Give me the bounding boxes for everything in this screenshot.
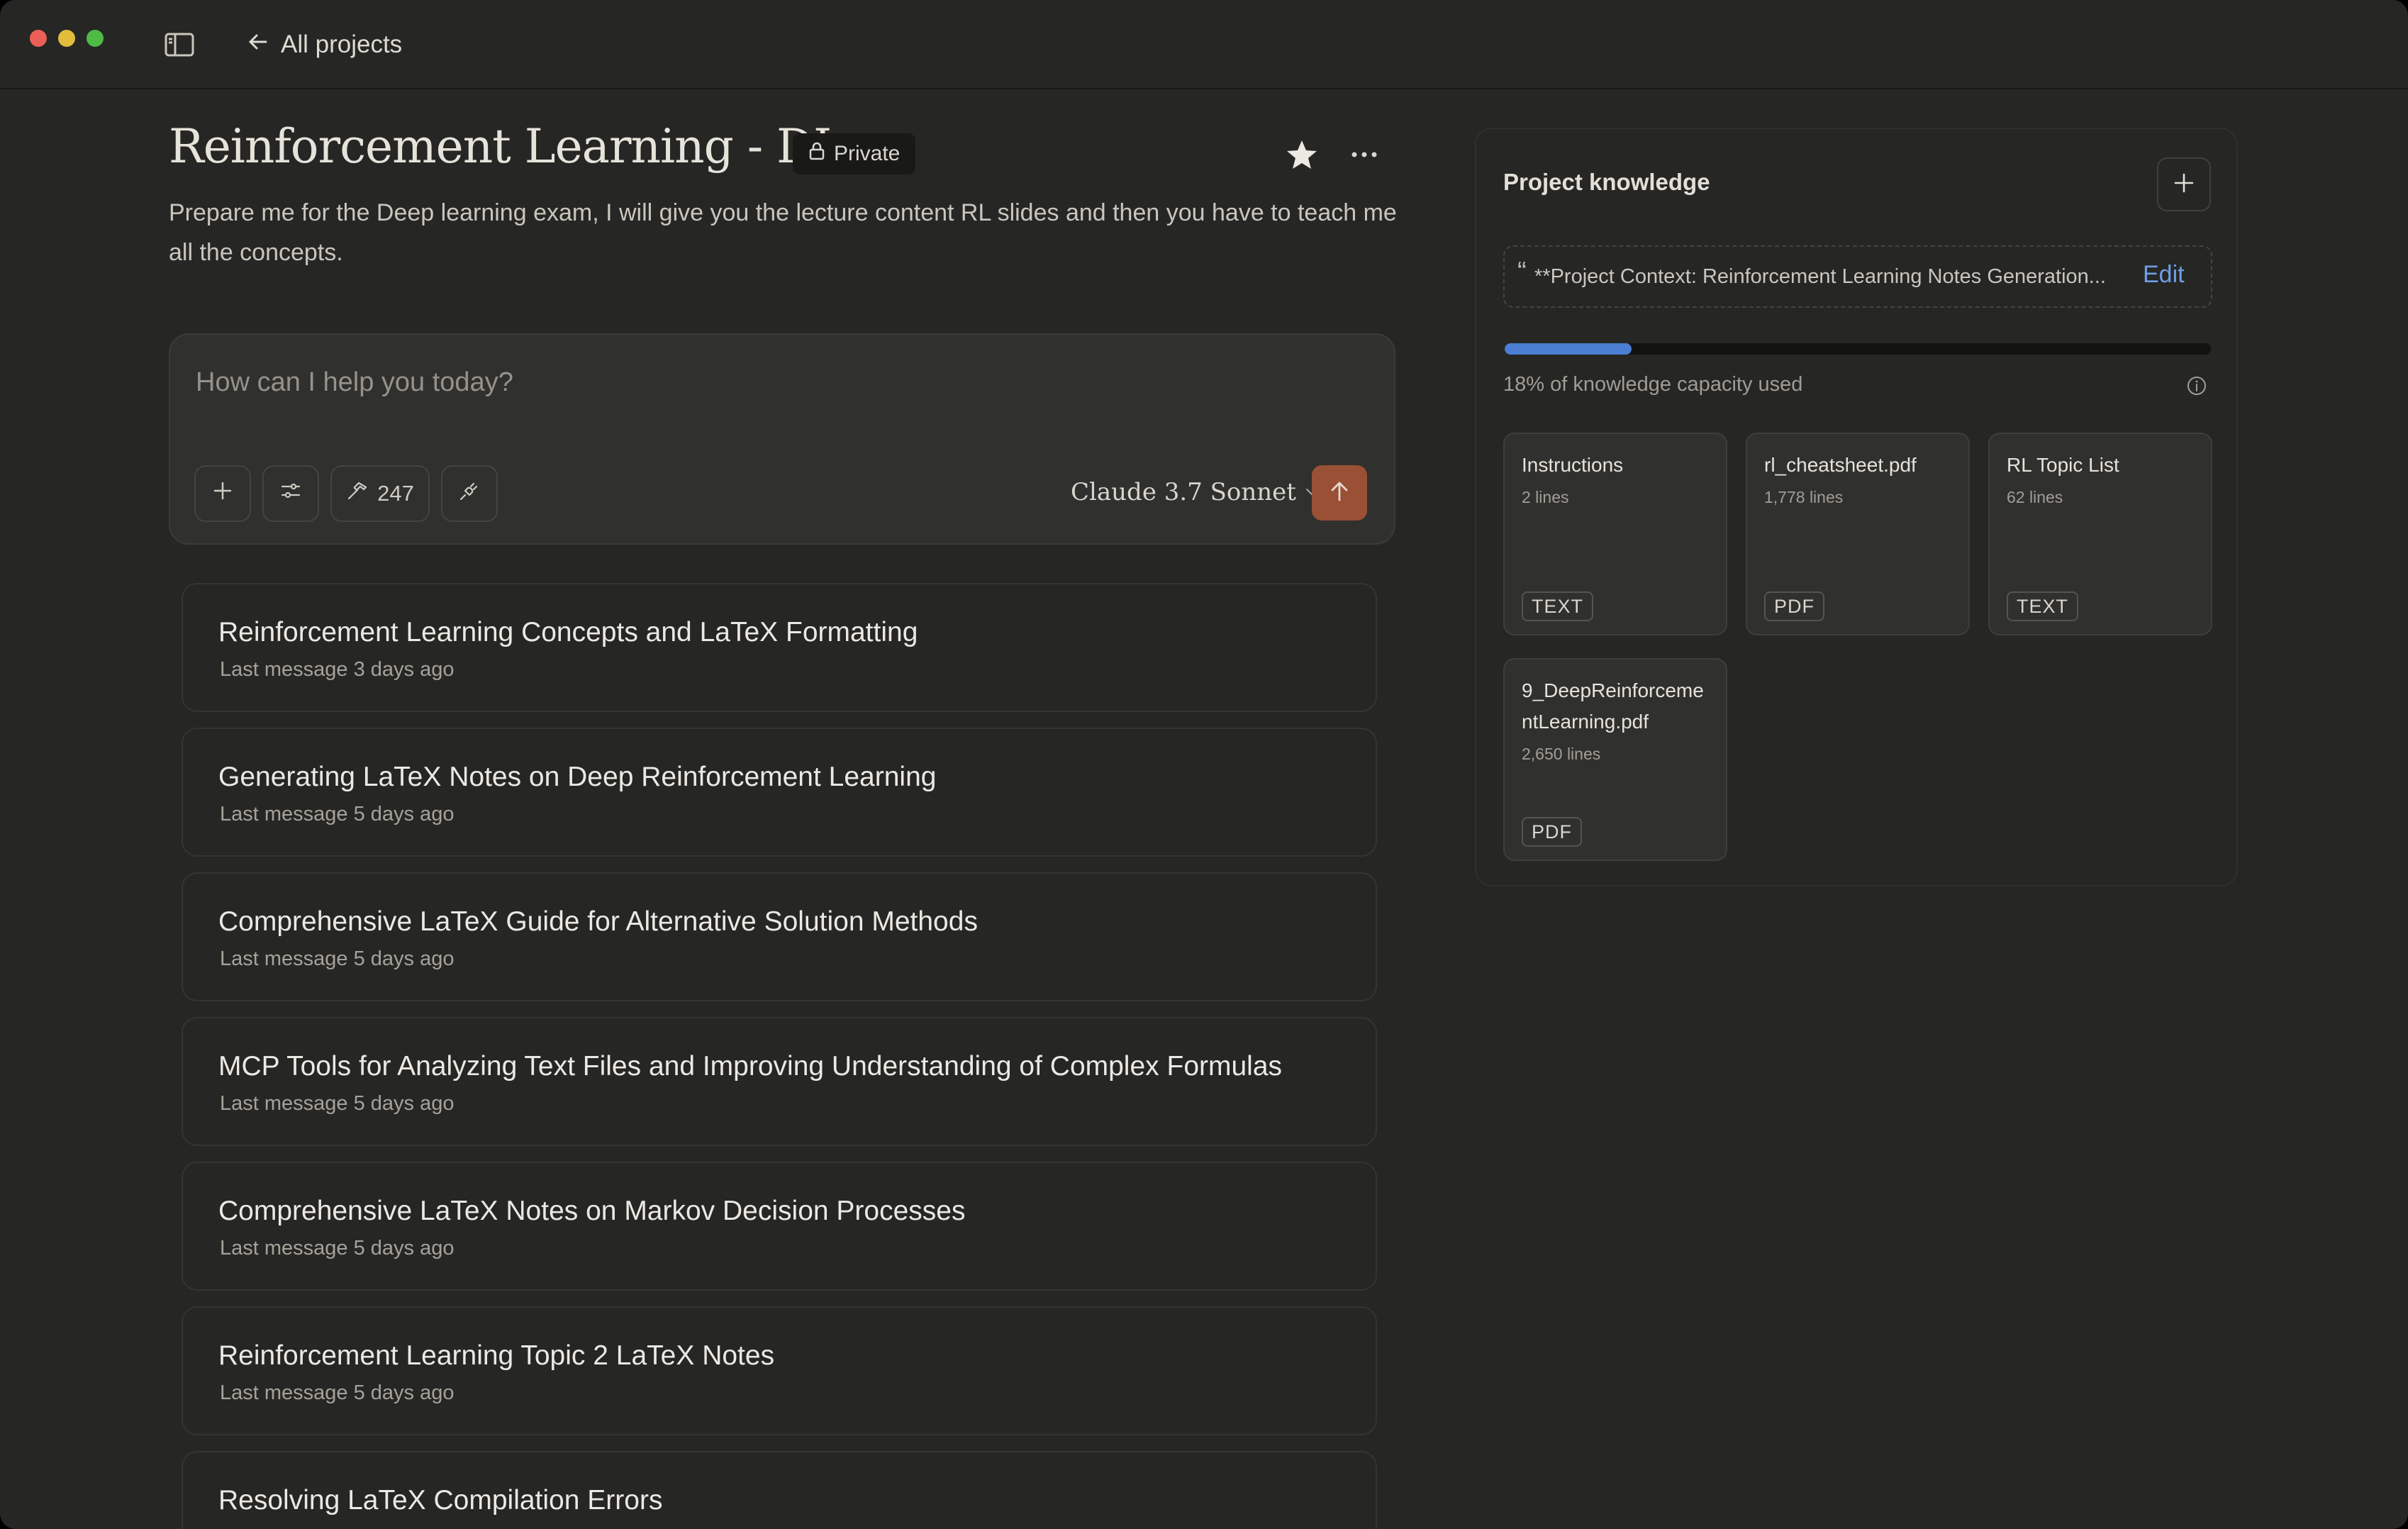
project-context-box[interactable]: “ **Project Context: Reinforcement Learn… (1503, 245, 2212, 308)
edit-context-link[interactable]: Edit (2143, 261, 2185, 289)
file-lines: 62 lines (2007, 488, 2063, 506)
chat-title: Comprehensive LaTeX Guide for Alternativ… (218, 906, 978, 937)
chat-item[interactable]: Resolving LaTeX Compilation Errors (182, 1451, 1377, 1529)
arrow-up-icon (1327, 479, 1351, 507)
hammer-icon (346, 479, 369, 508)
visibility-badge[interactable]: Private (793, 133, 916, 174)
capacity-bar-fill (1505, 343, 1632, 355)
plug-icon (458, 479, 481, 508)
lock-icon (807, 141, 827, 167)
file-name: rl_cheatsheet.pdf (1764, 454, 1917, 476)
knowledge-file-card[interactable]: Instructions 2 lines TEXT (1503, 433, 1727, 635)
file-lines: 2 lines (1522, 488, 1569, 506)
chat-title: Reinforcement Learning Concepts and LaTe… (218, 617, 918, 647)
app-window: All projects Reinforcement Learning - DL… (0, 0, 2408, 1529)
send-button[interactable] (1312, 465, 1367, 521)
message-input[interactable] (194, 360, 1332, 404)
chat-item[interactable]: Generating LaTeX Notes on Deep Reinforce… (182, 728, 1377, 857)
star-icon[interactable] (1285, 138, 1319, 172)
visibility-label: Private (834, 142, 901, 165)
chat-meta: Last message 3 days ago (220, 658, 455, 681)
capacity-bar (1505, 343, 2211, 355)
file-name: 9_DeepReinforcementLearning.pdf (1522, 679, 1704, 733)
chat-title: Comprehensive LaTeX Notes on Markov Deci… (218, 1196, 966, 1226)
sidebar-icon[interactable] (165, 33, 194, 57)
knowledge-file-card[interactable]: RL Topic List 62 lines TEXT (1988, 433, 2212, 635)
capacity-label: 18% of knowledge capacity used (1503, 373, 1803, 396)
tools-count: 247 (377, 481, 414, 506)
file-lines: 1,778 lines (1764, 488, 1844, 506)
options-button[interactable] (262, 465, 319, 522)
file-type-badge: PDF (1764, 591, 1824, 621)
file-type-badge: TEXT (1522, 591, 1594, 621)
plus-icon (211, 479, 234, 508)
chat-title: Reinforcement Learning Topic 2 LaTeX Not… (218, 1340, 775, 1371)
add-knowledge-button[interactable] (2157, 157, 2211, 211)
sliders-icon (279, 479, 302, 508)
chat-title: Generating LaTeX Notes on Deep Reinforce… (218, 762, 937, 792)
chat-item[interactable]: MCP Tools for Analyzing Text Files and I… (182, 1017, 1377, 1146)
tools-button[interactable]: 247 (330, 465, 430, 522)
chat-meta: Last message 5 days ago (220, 947, 455, 970)
file-type-badge: TEXT (2007, 591, 2079, 621)
all-projects-label: All projects (281, 30, 403, 58)
model-selector[interactable]: Claude 3.7 Sonnet (1071, 474, 1320, 511)
chat-item[interactable]: Comprehensive LaTeX Notes on Markov Deci… (182, 1162, 1377, 1291)
chat-item[interactable]: Reinforcement Learning Concepts and LaTe… (182, 583, 1377, 712)
chat-item[interactable]: Comprehensive LaTeX Guide for Alternativ… (182, 872, 1377, 1001)
chat-meta: Last message 5 days ago (220, 803, 455, 825)
project-title: Reinforcement Learning - DL (169, 119, 845, 174)
info-icon[interactable] (2185, 374, 2208, 397)
chat-item[interactable]: Reinforcement Learning Topic 2 LaTeX Not… (182, 1306, 1377, 1435)
knowledge-file-card[interactable]: 9_DeepReinforcementLearning.pdf 2,650 li… (1503, 658, 1727, 861)
file-lines: 2,650 lines (1522, 745, 1601, 763)
close-window-button[interactable] (30, 30, 47, 47)
knowledge-file-card[interactable]: rl_cheatsheet.pdf 1,778 lines PDF (1746, 433, 1970, 635)
file-name: RL Topic List (2007, 454, 2119, 476)
project-description: Prepare me for the Deep learning exam, I… (169, 199, 1397, 266)
chat-meta: Last message 5 days ago (220, 1381, 455, 1404)
chat-title: Resolving LaTeX Compilation Errors (218, 1485, 663, 1516)
zoom-window-button[interactable] (87, 30, 104, 47)
minimize-window-button[interactable] (58, 30, 75, 47)
all-projects-link[interactable]: All projects (247, 27, 402, 62)
add-content-button[interactable] (194, 465, 251, 522)
model-label: Claude 3.7 Sonnet (1071, 478, 1296, 506)
plus-icon (2172, 171, 2196, 199)
chat-title: MCP Tools for Analyzing Text Files and I… (218, 1051, 1283, 1082)
project-context-text: **Project Context: Reinforcement Learnin… (1534, 265, 2106, 288)
quote-mark: “ (1517, 257, 1527, 287)
file-type-badge: PDF (1522, 817, 1582, 847)
knowledge-title: Project knowledge (1503, 169, 1710, 195)
arrow-left-icon (247, 30, 269, 60)
message-composer: 247 Claude 3.7 Sonnet (169, 333, 1395, 545)
project-knowledge-panel: Project knowledge “ **Project Context: R… (1475, 128, 2238, 886)
titlebar: All projects (0, 0, 2408, 89)
chat-meta: Last message 5 days ago (220, 1092, 455, 1115)
integrations-button[interactable] (441, 465, 498, 522)
chat-meta: Last message 5 days ago (220, 1237, 455, 1260)
file-name: Instructions (1522, 454, 1624, 476)
more-icon[interactable] (1347, 138, 1381, 172)
